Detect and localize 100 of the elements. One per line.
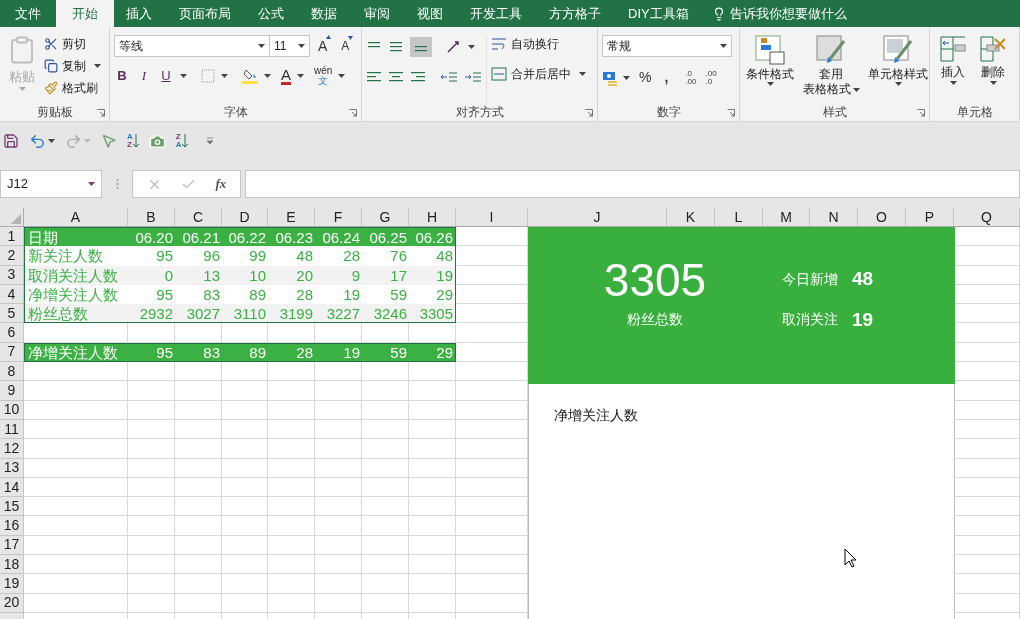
dialog-launcher-icon[interactable] [97, 109, 105, 117]
grid-cell[interactable] [315, 555, 362, 575]
grid-cell[interactable] [222, 555, 268, 575]
grid-cell[interactable] [175, 400, 222, 420]
column-header[interactable]: K [667, 208, 715, 226]
column-header[interactable]: E [268, 208, 315, 226]
column-header[interactable]: L [715, 208, 763, 226]
grid-cell[interactable] [362, 497, 409, 517]
grid-cell[interactable] [362, 477, 409, 498]
grid-cell[interactable] [315, 458, 362, 478]
percent-button[interactable]: % [639, 67, 652, 88]
font-size-field[interactable]: 11 [270, 35, 310, 57]
column-header[interactable]: H [409, 208, 456, 226]
grid-cell[interactable] [222, 381, 268, 401]
grid-cell[interactable] [128, 516, 175, 536]
grid-cell[interactable] [24, 400, 128, 420]
column-header[interactable]: O [858, 208, 906, 226]
grid-cell[interactable] [362, 323, 409, 343]
row-header[interactable]: 3 [0, 265, 24, 285]
formula-input[interactable] [245, 170, 1020, 198]
grid-cell[interactable] [24, 439, 128, 459]
ribbon-tab[interactable]: 插入 [114, 0, 164, 27]
row-header[interactable]: 10 [0, 400, 24, 420]
grid-cell[interactable] [315, 593, 362, 613]
row-header[interactable]: 13 [0, 458, 24, 478]
row-header[interactable]: 11 [0, 419, 24, 440]
column-header[interactable]: D [222, 208, 268, 226]
grid-cell[interactable] [175, 439, 222, 459]
grid-cell[interactable] [409, 535, 456, 556]
grid-cell[interactable] [24, 381, 128, 401]
row-header[interactable]: 15 [0, 497, 24, 517]
grid-cell[interactable] [24, 419, 128, 440]
grid-cell[interactable] [175, 419, 222, 440]
font-name-field[interactable]: 等线 [114, 35, 270, 57]
grid-cell[interactable] [175, 555, 222, 575]
ribbon-tab[interactable]: 方方格子 [537, 0, 613, 27]
grid-cell[interactable] [128, 458, 175, 478]
increase-decimal-button[interactable]: .0 .00 [685, 69, 697, 86]
format-as-table-button[interactable]: 套用 表格格式 [802, 35, 860, 106]
row-header[interactable]: 17 [0, 535, 24, 556]
grid-cell[interactable] [222, 419, 268, 440]
decrease-decimal-button[interactable]: .00 .0 [705, 69, 717, 86]
column-header[interactable]: P [906, 208, 954, 226]
sort-descending-button[interactable]: Z A [175, 133, 188, 149]
column-header[interactable]: G [362, 208, 409, 226]
grid-cell[interactable] [128, 555, 175, 575]
grid-cell[interactable] [409, 323, 456, 343]
grid-cell[interactable] [409, 516, 456, 536]
grid-cell[interactable] [362, 362, 409, 382]
grid-cell[interactable] [175, 323, 222, 343]
grid-cell[interactable] [222, 516, 268, 536]
grid-cell[interactable] [268, 419, 315, 440]
grid-cell[interactable] [268, 555, 315, 575]
grid-cell[interactable] [128, 439, 175, 459]
ribbon-tab[interactable]: 文件 [3, 0, 53, 27]
grid-cell[interactable] [128, 535, 175, 556]
cell-styles-button[interactable]: 单元格样式 [866, 35, 930, 106]
grid-cell[interactable] [362, 555, 409, 575]
ribbon-tab[interactable]: 公式 [246, 0, 296, 27]
grid-cell[interactable] [362, 593, 409, 613]
grid-cell[interactable] [409, 439, 456, 459]
grid-cell[interactable] [409, 574, 456, 594]
grid-cell[interactable] [362, 419, 409, 440]
grid-cell[interactable] [128, 477, 175, 498]
grid-cell[interactable] [222, 400, 268, 420]
middle-align-icon[interactable] [388, 40, 404, 54]
dialog-launcher-icon[interactable] [917, 109, 925, 117]
merge-center-button[interactable]: 合并后居中 [491, 65, 586, 83]
grid-cell[interactable] [128, 323, 175, 343]
row-header[interactable]: 16 [0, 516, 24, 536]
delete-button[interactable]: 删除 [978, 35, 1008, 106]
grid-cell[interactable] [128, 400, 175, 420]
pointer-icon[interactable] [101, 133, 117, 149]
row-header[interactable]: 6 [0, 323, 24, 343]
font-color-button[interactable]: A [281, 67, 291, 85]
grid-cell[interactable] [24, 555, 128, 575]
grid-cell[interactable] [24, 497, 128, 517]
grid-cell[interactable] [175, 362, 222, 382]
grid-cell[interactable] [175, 535, 222, 556]
grid-cell[interactable] [409, 400, 456, 420]
customize-toolbar-icon[interactable] [205, 137, 214, 145]
grow-font-button[interactable]: A [318, 35, 328, 57]
wrap-text-button[interactable]: 自动换行 [491, 35, 586, 53]
comma-button[interactable]: , [664, 67, 669, 88]
grid-cell[interactable] [128, 419, 175, 440]
grid-cell[interactable] [128, 574, 175, 594]
grid-cell[interactable] [409, 362, 456, 382]
sort-ascending-button[interactable]: A Z [127, 133, 139, 149]
grid-cell[interactable] [409, 497, 456, 517]
ribbon-tab[interactable]: 审阅 [352, 0, 402, 27]
decrease-indent-icon[interactable] [440, 70, 458, 84]
ribbon-tab[interactable]: 开始 [56, 0, 114, 27]
camera-icon[interactable] [148, 132, 166, 150]
row-header[interactable]: 9 [0, 381, 24, 401]
grid-cell[interactable] [362, 400, 409, 420]
grid-cell[interactable] [315, 400, 362, 420]
dialog-launcher-icon[interactable] [585, 109, 593, 117]
save-icon[interactable] [3, 133, 19, 149]
row-header[interactable]: 4 [0, 284, 24, 305]
grid-cell[interactable] [175, 497, 222, 517]
